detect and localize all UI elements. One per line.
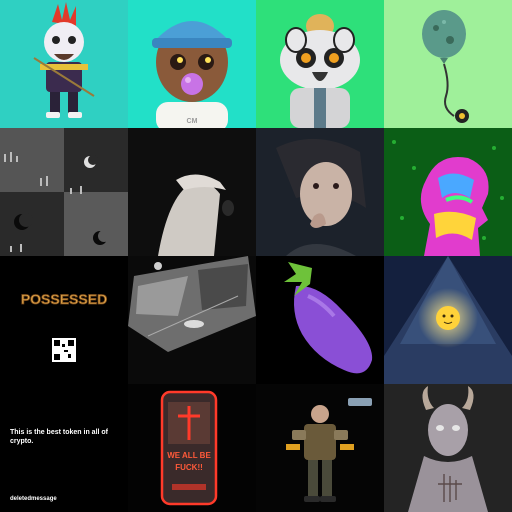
punk-character-image [0,0,128,128]
cartoon-kid-bubblegum-image: CM [128,0,256,128]
grainy-bw-photo-image [128,256,256,384]
neon-can-image: WE ALL BE FUCK!! [128,384,256,512]
can-text-line-2: FUCK!! [175,463,203,472]
post-handle: deletedmessage [10,496,57,502]
gallery-tile-neon-can[interactable]: WE ALL BE FUCK!! [128,384,256,512]
gallery-tile-horned-demon[interactable] [384,384,512,512]
eggplant-emoji-image [256,256,384,384]
gallery-tile-possessed[interactable]: POSSESSED [0,256,128,384]
possessed-text-art-image: POSSESSED [0,256,128,384]
gallery-tile-dark-hands[interactable] [128,128,256,256]
gallery-tile-grainy-photo[interactable] [128,256,256,384]
nft-gallery-grid: CM POSSESSED This is the best token in a… [0,0,512,512]
horned-demon-image [384,384,512,512]
gallery-tile-armored-soldier[interactable] [256,384,384,512]
dark-hands-photo-image [128,128,256,256]
lemur-character-image [256,0,384,128]
gallery-tile-moons-grid[interactable] [0,128,128,256]
gallery-tile-text-post[interactable]: This is the best token in all of crypto.… [0,384,128,512]
possessed-headline: POSSESSED [21,291,107,307]
gallery-tile-balloon[interactable] [384,0,512,128]
gallery-tile-portrait[interactable] [256,128,384,256]
balloon-image [384,0,512,128]
gallery-tile-eggplant[interactable] [256,256,384,384]
psychedelic-silhouette-image [384,128,512,256]
glowing-moon-pyramid-image [384,256,512,384]
gallery-tile-punk-character[interactable] [0,0,128,128]
gallery-tile-cartoon-kid[interactable]: CM [128,0,256,128]
portrait-photo-image [256,128,384,256]
beanie-shirt-text: CM [187,118,198,125]
gallery-tile-psychedelic[interactable] [384,128,512,256]
post-caption: This is the best token in all of crypto. [10,429,109,445]
gallery-tile-lemur[interactable] [256,0,384,128]
crescent-moons-grid-image [0,128,128,256]
gallery-tile-glowing-moon[interactable] [384,256,512,384]
can-text-line-1: WE ALL BE [167,451,211,460]
armored-soldier-image [256,384,384,512]
